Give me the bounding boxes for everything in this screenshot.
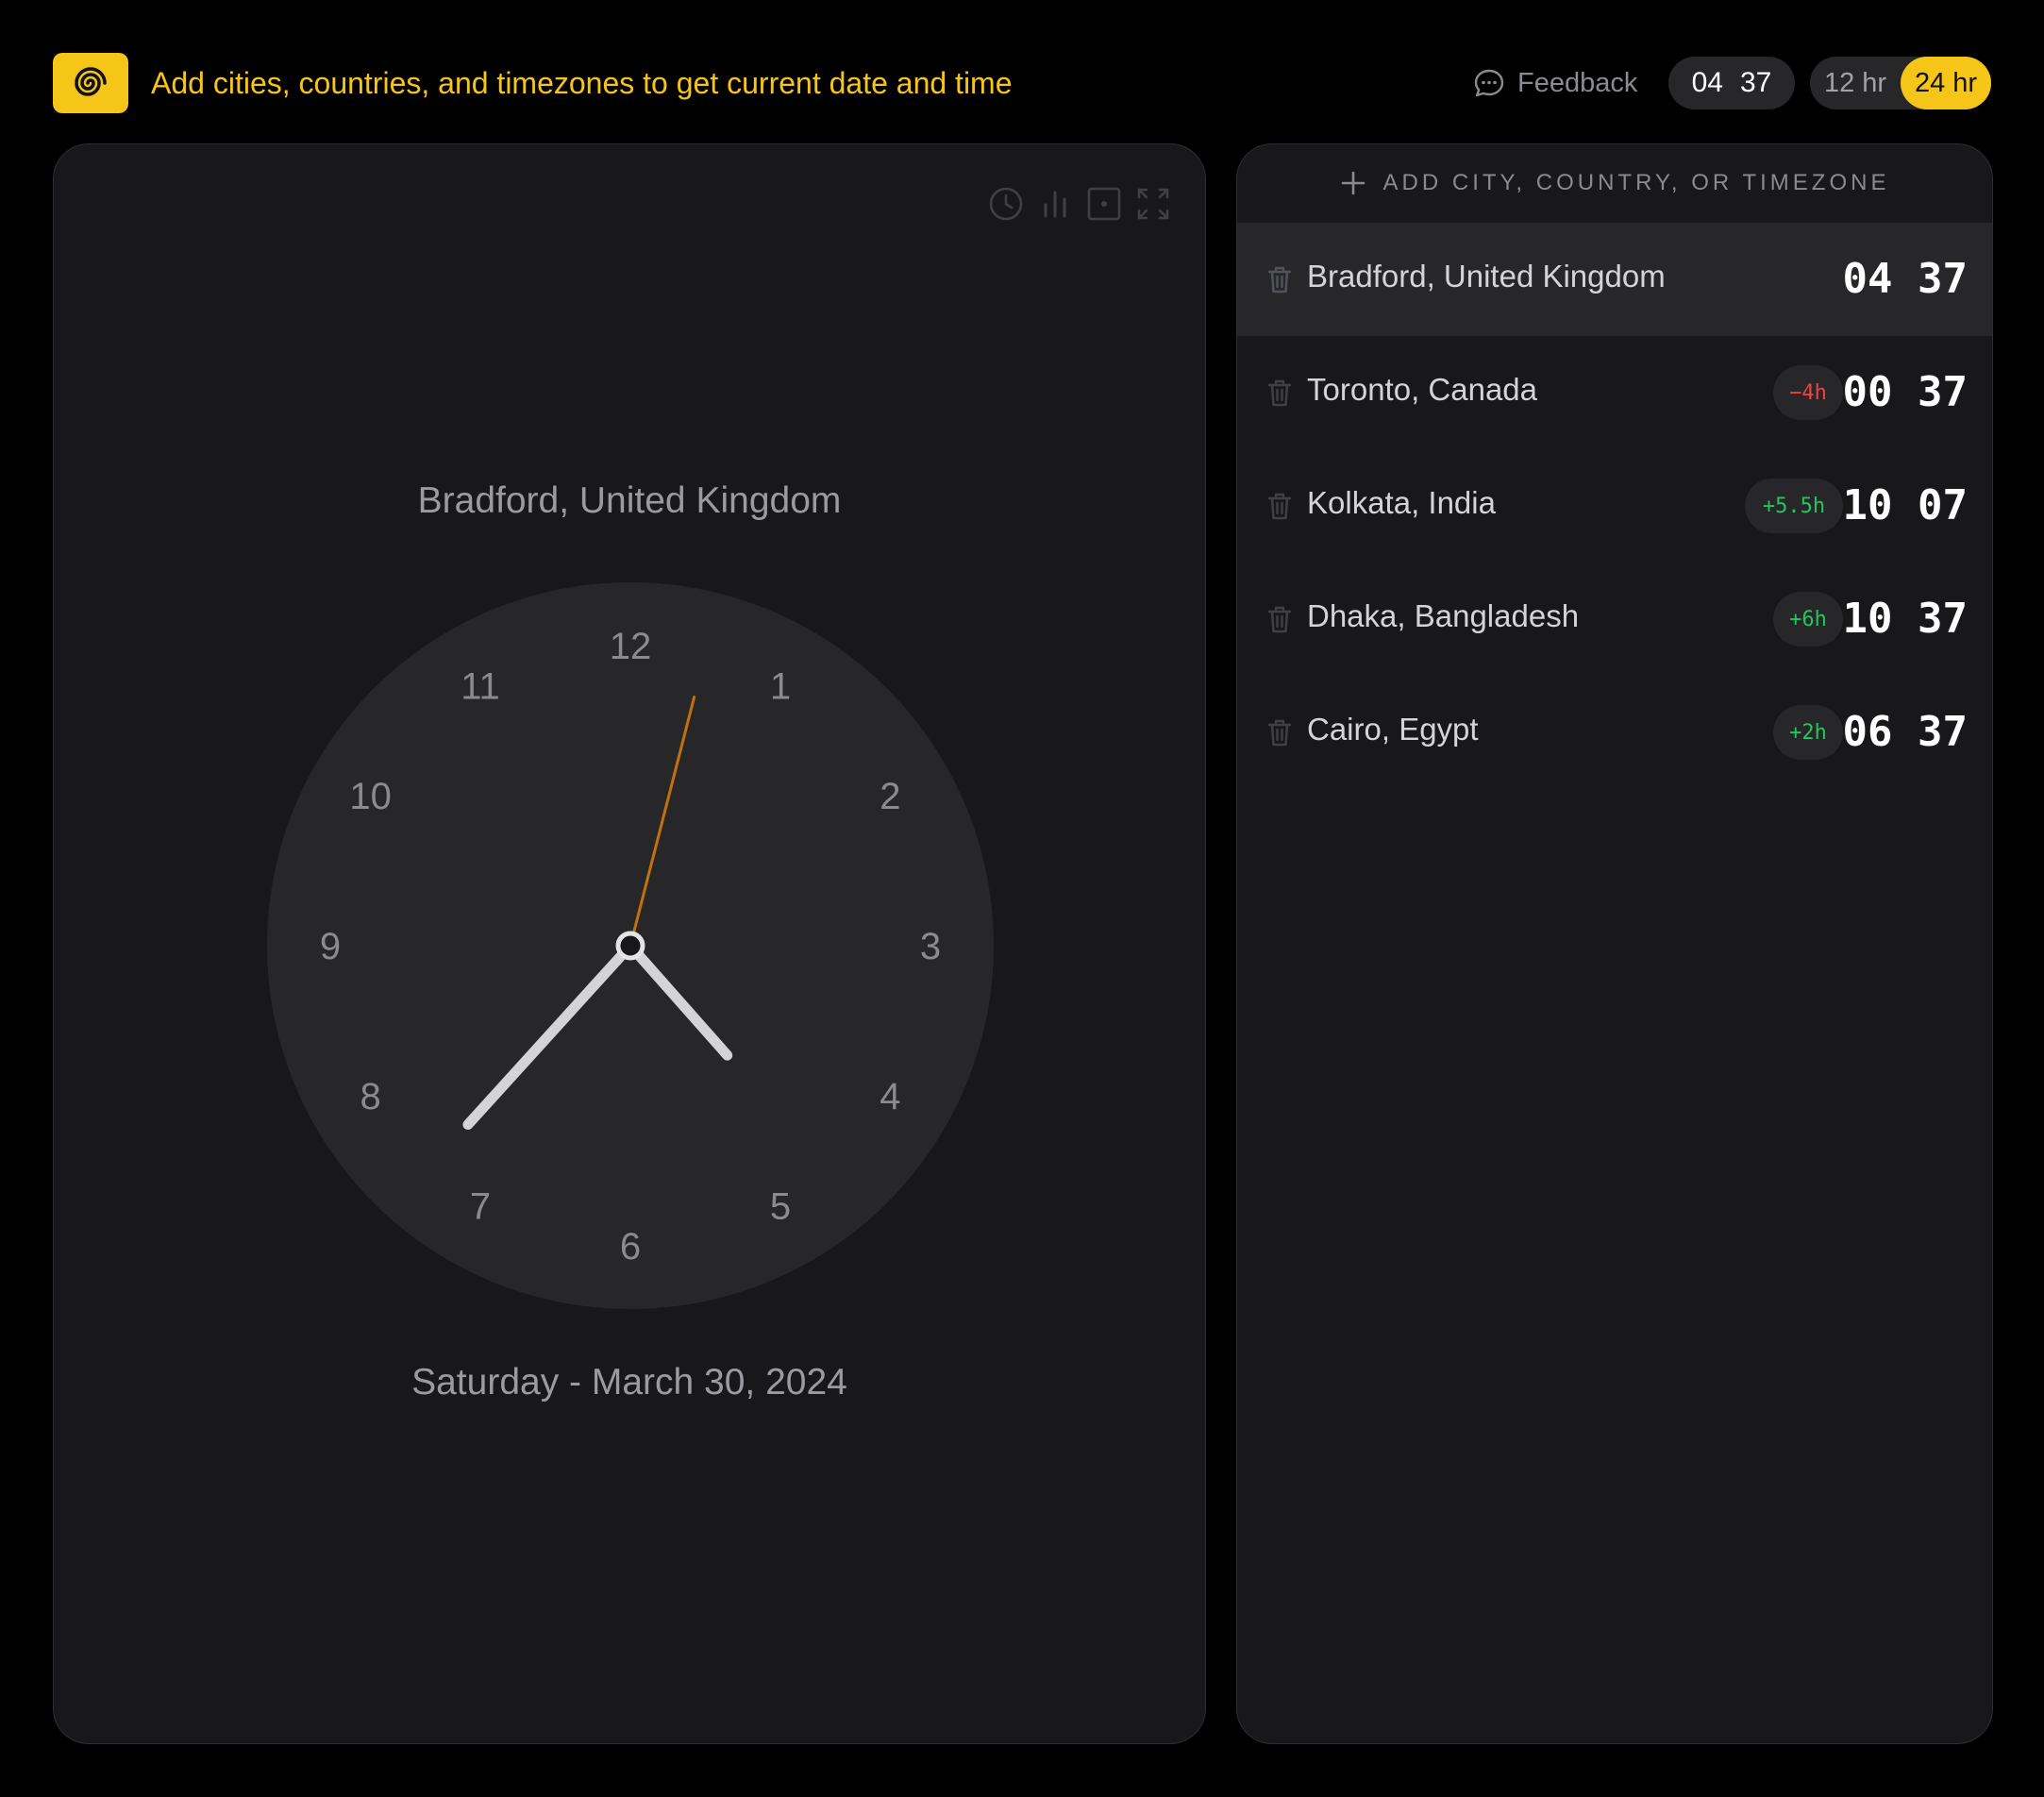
clock-icon[interactable]	[988, 186, 1024, 222]
city-name: Dhaka, Bangladesh	[1307, 598, 1580, 633]
clock-number: 10	[349, 776, 392, 817]
city-list-panel: ADD CITY, COUNTRY, OR TIMEZONE Bradford,…	[1236, 143, 1993, 1744]
bar-chart-icon[interactable]	[1037, 186, 1073, 222]
clock-center-pin	[615, 931, 645, 961]
trash-icon[interactable]	[1264, 377, 1296, 409]
city-time: 00 37	[1842, 368, 1968, 416]
add-city-label: ADD CITY, COUNTRY, OR TIMEZONE	[1382, 170, 1890, 195]
offset-badge: +5.5h	[1745, 479, 1843, 533]
city-row[interactable]: Dhaka, Bangladesh +6h 10 37	[1237, 563, 1992, 676]
city-time: 04 37	[1842, 255, 1968, 303]
clock-number: 5	[770, 1185, 791, 1227]
offset-badge: +2h	[1773, 705, 1843, 760]
feedback-label: Feedback	[1517, 67, 1638, 98]
city-time: 10 07	[1842, 481, 1968, 529]
clock-date: Saturday - March 30, 2024	[411, 1362, 847, 1402]
city-name: Bradford, United Kingdom	[1307, 259, 1666, 294]
clock-number: 6	[620, 1226, 641, 1268]
format-24hr-button[interactable]: 24 hr	[1901, 57, 1991, 109]
current-hours: 04	[1691, 67, 1723, 98]
current-minutes: 37	[1740, 67, 1772, 98]
current-time-pill: 04 37	[1668, 57, 1795, 109]
clock-number: 12	[610, 626, 652, 667]
city-time: 10 37	[1842, 595, 1968, 643]
city-name: Kolkata, India	[1307, 485, 1496, 520]
time-format-toggle: 12 hr 24 hr	[1810, 57, 1991, 109]
analog-clock: 121234567891011	[267, 582, 994, 1309]
city-row[interactable]: Kolkata, India +5.5h 10 07	[1237, 449, 1992, 563]
city-time: 06 37	[1842, 708, 1968, 756]
clock-number: 8	[360, 1076, 380, 1117]
offset-badge: +6h	[1773, 592, 1843, 647]
clock-number: 11	[461, 666, 500, 708]
tagline: Add cities, countries, and timezones to …	[151, 66, 1013, 100]
city-list: Bradford, United Kingdom 04 37 Toronto, …	[1237, 223, 1992, 789]
clock-number: 2	[880, 776, 900, 817]
city-name: Toronto, Canada	[1307, 372, 1538, 407]
trash-icon[interactable]	[1264, 490, 1296, 522]
city-name: Cairo, Egypt	[1307, 712, 1479, 747]
clock-number: 9	[320, 926, 341, 967]
offset-badge: −4h	[1773, 365, 1843, 420]
add-city-button[interactable]: ADD CITY, COUNTRY, OR TIMEZONE	[1237, 144, 1992, 222]
plus-icon	[1341, 171, 1365, 195]
trash-icon[interactable]	[1264, 263, 1296, 295]
chat-bubble-icon	[1474, 69, 1504, 97]
clock-city-title: Bradford, United Kingdom	[417, 480, 842, 521]
trash-icon[interactable]	[1264, 603, 1296, 635]
fullscreen-icon[interactable]	[1135, 186, 1171, 222]
clock-number: 3	[920, 926, 941, 967]
city-row[interactable]: Cairo, Egypt +2h 06 37	[1237, 676, 1992, 789]
top-bar: Add cities, countries, and timezones to …	[0, 0, 2044, 142]
clock-number: 7	[470, 1185, 491, 1227]
clock-number: 4	[880, 1076, 900, 1117]
spiral-logo-icon[interactable]	[53, 53, 128, 113]
trash-icon[interactable]	[1264, 716, 1296, 748]
format-12hr-button[interactable]: 12 hr	[1810, 57, 1901, 109]
city-row[interactable]: Bradford, United Kingdom 04 37	[1237, 223, 1992, 336]
clock-panel: Bradford, United Kingdom 12 1 2 3 4 5 6 7 8 9 10 11…	[53, 143, 1206, 1744]
feedback-button[interactable]: Feedback	[1472, 62, 1637, 104]
city-row[interactable]: Toronto, Canada −4h 00 37	[1237, 336, 1992, 449]
clock-number: 1	[770, 666, 791, 708]
view-tools	[988, 186, 1171, 222]
focus-icon[interactable]	[1086, 186, 1122, 222]
